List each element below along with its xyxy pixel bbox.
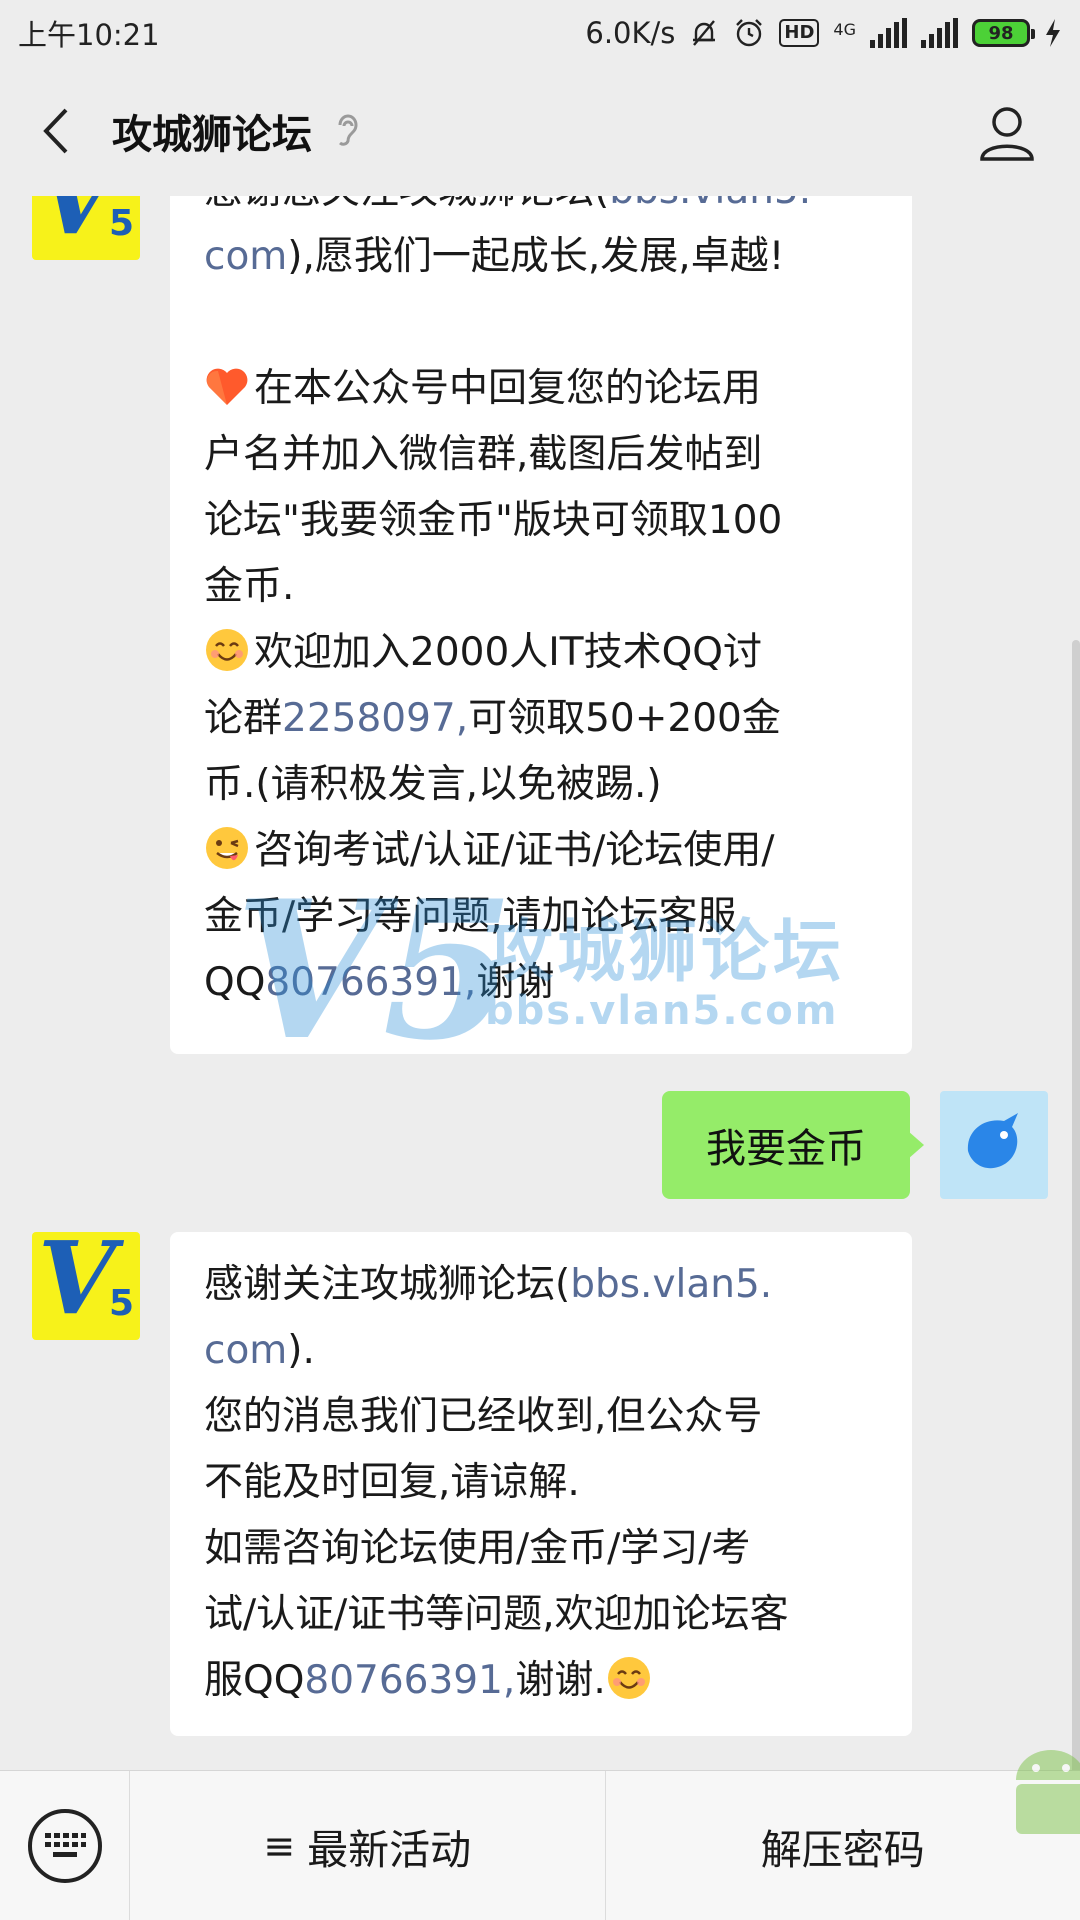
message-text: 如需咨询论坛使用/金币/学习/考 bbox=[204, 1526, 751, 1571]
message-text: 欢迎加入2000人IT技术QQ讨 bbox=[254, 630, 762, 675]
message-line: 试/认证/证书等问题,欢迎加论坛客 bbox=[204, 1582, 882, 1648]
message-bubble-1[interactable]: 感谢您关注攻城狮论坛(bbs.vlan5.com),愿我们一起成长,发展,卓越!… bbox=[170, 196, 912, 1054]
wink-emoji bbox=[204, 825, 250, 871]
message-link[interactable]: bbs.vlan5. bbox=[570, 1262, 772, 1307]
message-text: 币.(请积极发言,以免被踢.) bbox=[204, 762, 662, 807]
message-line: 论群2258097,可领取50+200金 bbox=[204, 686, 882, 752]
network-type: 4G bbox=[833, 20, 856, 39]
user-message-text: 我要金币 bbox=[706, 1126, 866, 1172]
signal-icon-2 bbox=[921, 18, 958, 48]
message-link[interactable]: 2258097, bbox=[282, 696, 468, 741]
ear-icon bbox=[338, 114, 358, 146]
message-line: 感谢您关注攻城狮论坛(bbs.vlan5. bbox=[204, 196, 882, 224]
smile-emoji bbox=[606, 1655, 652, 1701]
message-line: 欢迎加入2000人IT技术QQ讨 bbox=[204, 620, 882, 686]
message-text: 在本公众号中回复您的论坛用 bbox=[254, 366, 762, 411]
bottom-menu-bar: ≡ 最新活动 解压密码 bbox=[0, 1770, 1080, 1920]
avatar-logo-5: 5 bbox=[108, 203, 134, 244]
avatar-logo-v: V bbox=[38, 196, 116, 257]
message-text: ),愿我们一起成长,发展,卓越! bbox=[287, 234, 785, 279]
chat-title: 攻城狮论坛 bbox=[112, 112, 312, 158]
user-avatar-icon bbox=[967, 1113, 1018, 1169]
status-icons: 6.0K/s HD 4G 98 bbox=[585, 16, 1062, 50]
message-text: 论群 bbox=[204, 696, 283, 741]
message-link[interactable]: bbs.vlan5. bbox=[609, 196, 811, 213]
message-text: 感谢您关注攻城狮论坛( bbox=[204, 196, 609, 213]
mute-bell-icon bbox=[693, 20, 716, 46]
message-line: 咨询考试/认证/证书/论坛使用/ bbox=[204, 818, 882, 884]
menu-unzip-password-label: 解压密码 bbox=[760, 1825, 925, 1874]
back-arrow-icon bbox=[43, 108, 68, 154]
smile-emoji bbox=[204, 627, 250, 673]
keyboard-toggle-button[interactable] bbox=[0, 1770, 130, 1920]
charging-icon bbox=[1046, 19, 1060, 47]
message-text: ). bbox=[287, 1328, 315, 1373]
official-avatar[interactable]: V 5 bbox=[32, 196, 140, 260]
back-button[interactable] bbox=[40, 106, 90, 156]
message-line: 服QQ80766391,谢谢. bbox=[204, 1648, 882, 1714]
message-line: 感谢关注攻城狮论坛(bbs.vlan5. bbox=[204, 1252, 882, 1318]
user-avatar[interactable] bbox=[940, 1091, 1048, 1199]
menu-list-icon: ≡ bbox=[263, 1823, 296, 1868]
person-icon[interactable] bbox=[978, 104, 1036, 162]
chat-header: 攻城狮论坛 bbox=[0, 66, 1080, 196]
battery-icon: 98 bbox=[972, 19, 1035, 47]
message-text: 您的消息我们已经收到,但公众号 bbox=[204, 1394, 763, 1439]
message-text: 感谢关注攻城狮论坛( bbox=[204, 1262, 571, 1307]
message-text: 谢谢 bbox=[476, 960, 555, 1005]
message-text: 不能及时回复,请谅解. bbox=[204, 1460, 580, 1505]
message-line: 金币. bbox=[204, 554, 882, 620]
menu-latest-activity[interactable]: ≡ 最新活动 bbox=[130, 1771, 605, 1920]
message-line: 金币/学习等问题,请加论坛客服 bbox=[204, 884, 882, 950]
avatar-logo-5: 5 bbox=[108, 1283, 134, 1324]
message-line: com). bbox=[204, 1318, 882, 1384]
user-message-bubble[interactable]: 我要金币 bbox=[662, 1091, 924, 1199]
signal-icon bbox=[870, 18, 907, 48]
message-link[interactable]: com bbox=[204, 234, 287, 279]
message-line: 论坛"我要领金币"版块可领取100 bbox=[204, 488, 882, 554]
message-line bbox=[204, 290, 882, 356]
message-text: 金币. bbox=[204, 564, 295, 609]
android-watermark-icon bbox=[1016, 1750, 1080, 1834]
avatar-logo-v: V bbox=[38, 1232, 116, 1337]
message-line: 在本公众号中回复您的论坛用 bbox=[204, 356, 882, 422]
alarm-icon bbox=[736, 19, 763, 47]
status-time: 上午10:21 bbox=[18, 18, 160, 52]
message-line: 不能及时回复,请谅解. bbox=[204, 1450, 882, 1516]
message-link[interactable]: 80766391, bbox=[265, 960, 476, 1005]
message-line: 您的消息我们已经收到,但公众号 bbox=[204, 1384, 882, 1450]
status-bar: 上午10:21 6.0K/s HD 4G 98 bbox=[0, 0, 1080, 66]
message-text: 服QQ bbox=[204, 1658, 305, 1703]
message-text: 可领取50+200金 bbox=[468, 696, 781, 741]
chat-area[interactable]: V 5 感谢您关注攻城狮论坛(bbs.vlan5.com),愿我们一起成长,发展… bbox=[0, 196, 1080, 1770]
chat-scrollbar[interactable] bbox=[1072, 640, 1080, 1770]
message-text: 论坛"我要领金币"版块可领取100 bbox=[204, 498, 783, 543]
message-line: 币.(请积极发言,以免被踢.) bbox=[204, 752, 882, 818]
menu-latest-activity-label: 最新活动 bbox=[307, 1825, 472, 1874]
message-line: com),愿我们一起成长,发展,卓越! bbox=[204, 224, 882, 290]
message-bubble-3[interactable]: 感谢关注攻城狮论坛(bbs.vlan5. com). 您的消息我们已经收到,但公众号… bbox=[170, 1232, 912, 1736]
message-line: 户名并加入微信群,截图后发帖到 bbox=[204, 422, 882, 488]
message-link[interactable]: 80766391, bbox=[304, 1658, 515, 1703]
message-link[interactable]: com bbox=[204, 1328, 287, 1373]
message-text: 户名并加入微信群,截图后发帖到 bbox=[204, 432, 763, 477]
keyboard-icon bbox=[27, 1808, 102, 1883]
official-avatar-2[interactable]: V 5 bbox=[32, 1232, 140, 1340]
message-line: QQ80766391,谢谢 bbox=[204, 950, 882, 1016]
message-text: 试/认证/证书等问题,欢迎加论坛客 bbox=[204, 1592, 789, 1637]
hd-icon: HD bbox=[779, 19, 820, 47]
network-speed: 6.0K/s bbox=[585, 16, 676, 50]
message-text: 谢谢. bbox=[515, 1658, 606, 1703]
message-text: 咨询考试/认证/证书/论坛使用/ bbox=[254, 828, 775, 873]
message-text: 金币/学习等问题,请加论坛客服 bbox=[204, 894, 737, 939]
message-line: 如需咨询论坛使用/金币/学习/考 bbox=[204, 1516, 882, 1582]
heart-emoji bbox=[204, 363, 250, 409]
message-text: QQ bbox=[204, 960, 266, 1005]
